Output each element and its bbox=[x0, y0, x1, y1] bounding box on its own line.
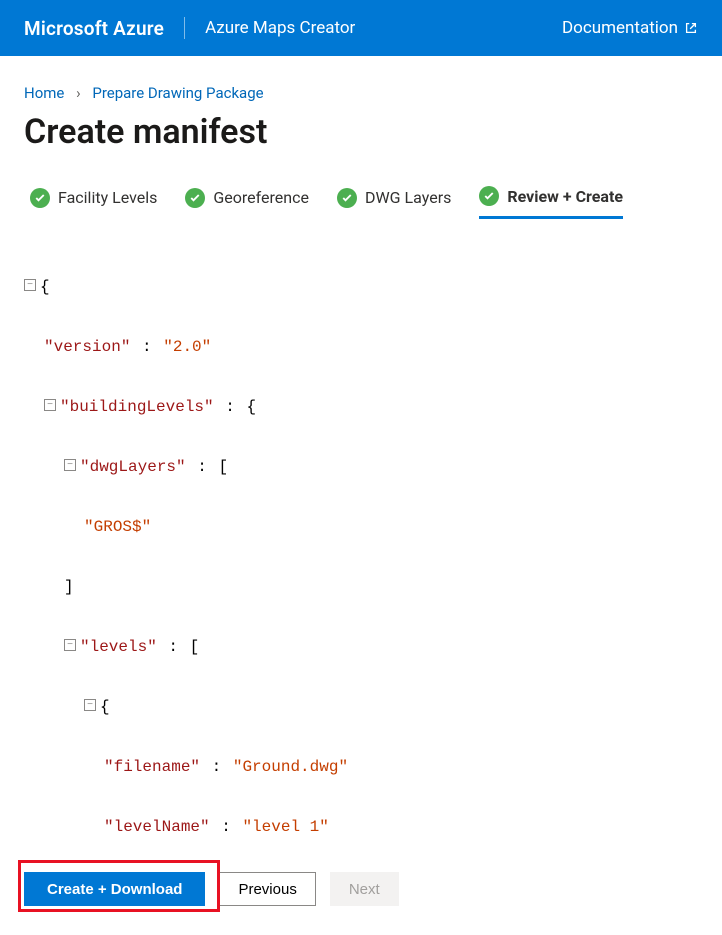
next-button: Next bbox=[330, 872, 399, 906]
step-dwg-layers[interactable]: DWG Layers bbox=[337, 182, 451, 218]
level-name: "level 1" bbox=[242, 818, 328, 836]
step-georeference[interactable]: Georeference bbox=[185, 182, 309, 218]
collapse-icon[interactable]: − bbox=[84, 699, 96, 711]
footer: Create + Download Previous Next bbox=[0, 860, 722, 924]
create-download-button[interactable]: Create + Download bbox=[24, 872, 205, 906]
collapse-icon[interactable]: − bbox=[24, 279, 36, 291]
external-link-icon bbox=[684, 21, 698, 35]
step-label: Facility Levels bbox=[58, 188, 157, 207]
breadcrumb: Home › Prepare Drawing Package bbox=[0, 56, 722, 108]
step-review-create[interactable]: Review + Create bbox=[479, 180, 623, 219]
check-icon bbox=[337, 188, 357, 208]
product-label: Azure Maps Creator bbox=[205, 18, 355, 38]
manifest-version: "2.0" bbox=[163, 338, 211, 356]
documentation-link[interactable]: Documentation bbox=[562, 18, 698, 38]
breadcrumb-separator: › bbox=[76, 84, 81, 102]
page-title: Create manifest bbox=[0, 108, 722, 170]
collapse-icon[interactable]: − bbox=[64, 639, 76, 651]
breadcrumb-prepare-drawing-package[interactable]: Prepare Drawing Package bbox=[92, 84, 263, 102]
collapse-icon[interactable]: − bbox=[44, 399, 56, 411]
top-bar-left: Microsoft Azure Azure Maps Creator bbox=[24, 17, 355, 40]
level-filename: "Ground.dwg" bbox=[233, 758, 348, 776]
previous-button[interactable]: Previous bbox=[219, 872, 315, 906]
step-label: Review + Create bbox=[507, 187, 623, 206]
breadcrumb-home[interactable]: Home bbox=[24, 84, 64, 102]
brand-label: Microsoft Azure bbox=[24, 17, 164, 40]
step-label: DWG Layers bbox=[365, 188, 451, 207]
check-icon bbox=[30, 188, 50, 208]
top-bar: Microsoft Azure Azure Maps Creator Docum… bbox=[0, 0, 722, 56]
check-icon bbox=[479, 186, 499, 206]
json-viewer: −{ "version" : "2.0" −"buildingLevels" :… bbox=[0, 220, 722, 860]
step-facility-levels[interactable]: Facility Levels bbox=[30, 182, 157, 218]
dwg-layer-value: "GROS$" bbox=[84, 518, 151, 536]
check-icon bbox=[185, 188, 205, 208]
step-label: Georeference bbox=[213, 188, 309, 207]
wizard-steps: Facility Levels Georeference DWG Layers … bbox=[0, 170, 722, 220]
vertical-divider bbox=[184, 17, 185, 39]
collapse-icon[interactable]: − bbox=[64, 459, 76, 471]
documentation-link-label: Documentation bbox=[562, 18, 678, 38]
